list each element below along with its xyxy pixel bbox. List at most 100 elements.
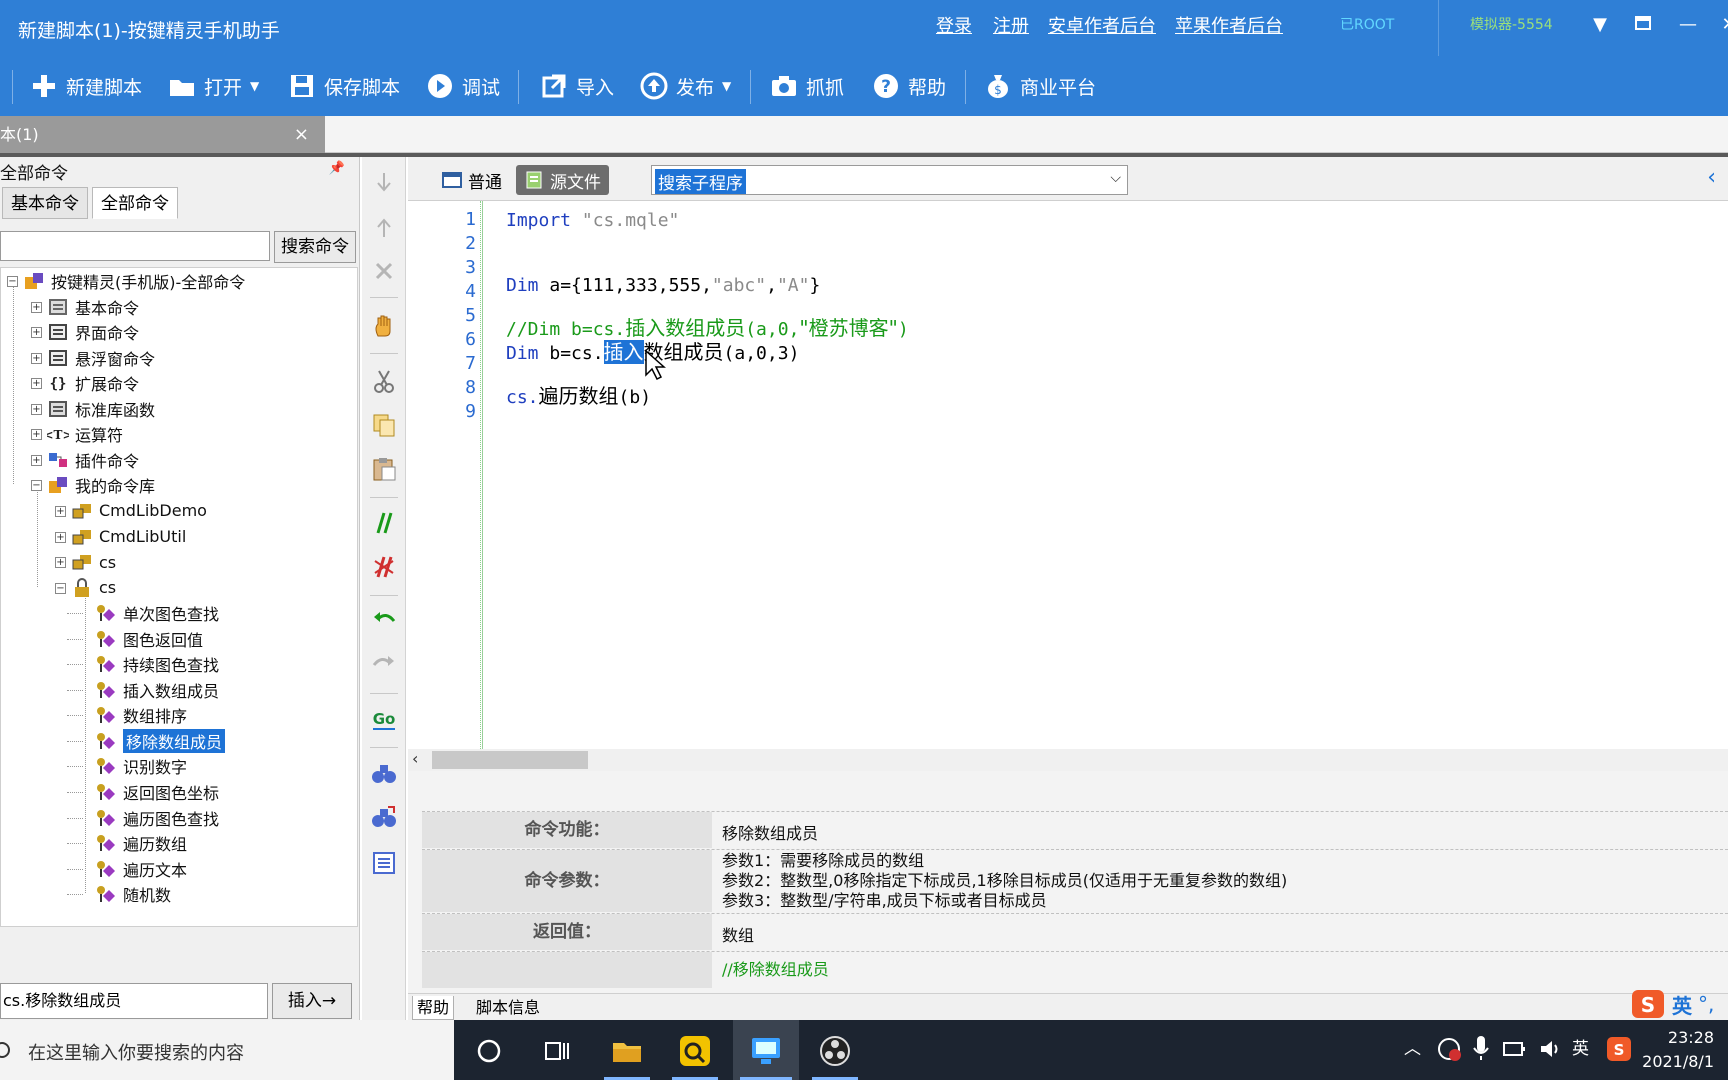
tree-node[interactable]: 插件命令 [47, 447, 139, 473]
replace-icon[interactable] [370, 803, 398, 831]
tree-expander-icon[interactable]: + [31, 454, 42, 466]
tree-node[interactable]: 界面命令 [47, 319, 139, 345]
tree-node[interactable]: <T> 运算符 [43, 421, 123, 447]
move-down-icon[interactable] [370, 169, 398, 197]
script-assistant-icon[interactable] [749, 1034, 783, 1068]
tree-expander-icon[interactable]: + [55, 557, 66, 569]
document-tab[interactable]: 本(1) × [0, 116, 325, 153]
restore-icon[interactable] [1628, 10, 1658, 40]
tree-node[interactable]: 识别数字 [95, 753, 187, 779]
tree-node[interactable]: {} 扩展命令 [47, 370, 139, 396]
code-editor[interactable]: 1 2 3 4 5 6 7 8 9 Import "cs.mqle" Dim a… [408, 201, 1728, 749]
android-author-link[interactable]: 安卓作者后台 [1048, 12, 1156, 38]
scroll-thumb[interactable] [432, 751, 588, 769]
tree-expander-icon[interactable]: + [31, 403, 42, 415]
save-script-button[interactable]: 保存脚本 [288, 70, 400, 102]
tree-node[interactable]: 悬浮窗命令 [47, 345, 155, 371]
insert-button[interactable]: 插入→ [272, 983, 352, 1019]
tree-node[interactable]: 我的命令库 [47, 472, 155, 498]
tree-node[interactable]: 按键精灵(手机版)-全部命令 [23, 268, 245, 294]
tree-node[interactable]: 持续图色查找 [95, 651, 219, 677]
tree-expander-icon[interactable]: + [55, 531, 66, 543]
tree-node[interactable]: 插入数组成员 [95, 677, 219, 703]
chevron-down-icon[interactable]: ⌵ [1110, 170, 1121, 186]
cortana-icon[interactable] [472, 1034, 506, 1068]
delete-icon[interactable] [370, 257, 398, 285]
search-command-button[interactable]: 搜索命令 [274, 231, 356, 263]
tree-node[interactable]: 遍历图色查找 [95, 805, 219, 831]
tree-expander-icon[interactable]: + [31, 429, 42, 441]
move-up-icon[interactable] [370, 213, 398, 241]
cut-icon[interactable] [370, 367, 398, 395]
input-language-indicator[interactable]: 英 [1572, 1034, 1589, 1059]
tab-basic-commands[interactable]: 基本命令 [2, 187, 88, 219]
tab-help[interactable]: 帮助 [412, 996, 455, 1020]
login-link[interactable]: 登录 [936, 12, 972, 38]
capture-button[interactable]: 抓抓 [770, 70, 844, 102]
new-script-button[interactable]: 新建脚本 [30, 70, 142, 102]
file-explorer-icon[interactable] [610, 1034, 644, 1068]
apple-author-link[interactable]: 苹果作者后台 [1175, 12, 1283, 38]
tree-node[interactable]: 返回图色坐标 [95, 779, 219, 805]
list-icon[interactable] [370, 849, 398, 877]
tree-expander-icon[interactable]: + [31, 352, 42, 364]
hand-icon[interactable] [370, 312, 398, 340]
minimize-icon[interactable]: — [1673, 10, 1703, 40]
tree-node[interactable]: 图色返回值 [95, 626, 203, 652]
close-window-icon[interactable]: ✕ [1714, 10, 1728, 40]
uncomment-icon[interactable] [370, 553, 398, 581]
tree-node[interactable]: CmdLibUtil [71, 524, 186, 550]
comment-icon[interactable] [370, 509, 398, 537]
subroutine-search-combo[interactable]: 搜索子程序 ⌵ [651, 165, 1128, 195]
battery-plug-icon[interactable] [1502, 1037, 1528, 1061]
selected-command-input[interactable]: cs.移除数组成员 [0, 983, 268, 1019]
tree-node[interactable]: CmdLibDemo [71, 498, 207, 524]
business-platform-button[interactable]: $ 商业平台 [984, 70, 1096, 102]
network-blocked-icon[interactable] [1436, 1036, 1462, 1062]
tree-node[interactable]: 数组排序 [95, 702, 187, 728]
find-icon[interactable] [370, 759, 398, 787]
tree-expander-icon[interactable]: − [55, 582, 66, 594]
tree-node[interactable]: 基本命令 [47, 294, 139, 320]
tray-expand-icon[interactable]: ︿ [1404, 1034, 1421, 1059]
copy-icon[interactable] [370, 411, 398, 439]
sogou-tray-icon[interactable]: S [1606, 1036, 1632, 1062]
chevron-left-icon[interactable]: ‹ [1707, 165, 1716, 190]
emulator-dropdown-icon[interactable]: ▼ [1585, 10, 1615, 40]
goto-icon[interactable]: Go [370, 705, 398, 733]
import-button[interactable]: 导入 [540, 70, 614, 102]
tree-expander-icon[interactable]: − [31, 480, 42, 492]
task-view-icon[interactable] [540, 1034, 574, 1068]
mode-normal-tab[interactable]: 普通 [434, 165, 510, 195]
undo-icon[interactable] [370, 607, 398, 635]
tree-node[interactable]: 标准库函数 [47, 396, 155, 422]
pin-icon[interactable]: 📌 [329, 161, 345, 176]
tree-expander-icon[interactable]: − [7, 276, 18, 287]
open-button[interactable]: 打开 ▼ [168, 70, 259, 102]
debug-button[interactable]: 调试 [426, 70, 500, 102]
tree-node[interactable]: 单次图色查找 [95, 600, 219, 626]
taskbar-search[interactable]: 在这里输入你要搜索的内容 [0, 1020, 454, 1080]
tree-node[interactable]: 随机数 [95, 881, 171, 907]
tab-script-info[interactable]: 脚本信息 [472, 996, 544, 1020]
ime-indicator[interactable]: S 英 °, [1630, 988, 1728, 1020]
tree-node[interactable]: 移除数组成员 [95, 728, 226, 754]
tree-node[interactable]: 遍历数组 [95, 830, 187, 856]
tree-node[interactable]: cs [71, 549, 116, 575]
tree-expander-icon[interactable]: + [55, 505, 66, 517]
paste-icon[interactable] [370, 455, 398, 483]
publish-button[interactable]: 发布 ▼ [640, 70, 731, 102]
tree-expander-icon[interactable]: + [31, 378, 42, 390]
redo-icon[interactable] [370, 651, 398, 679]
close-tab-icon[interactable]: × [294, 116, 309, 153]
help-button[interactable]: ? 帮助 [872, 70, 946, 102]
tree-node[interactable]: 遍历文本 [95, 856, 187, 882]
volume-icon[interactable] [1538, 1037, 1562, 1061]
register-link[interactable]: 注册 [993, 12, 1029, 38]
tree-expander-icon[interactable]: + [31, 327, 42, 339]
tree-node[interactable]: cs [71, 575, 116, 601]
tree-expander-icon[interactable]: + [31, 301, 42, 313]
obs-icon[interactable] [818, 1034, 852, 1068]
scroll-left-icon[interactable]: ‹ [412, 749, 418, 768]
mode-source-tab[interactable]: 源文件 [516, 165, 609, 195]
